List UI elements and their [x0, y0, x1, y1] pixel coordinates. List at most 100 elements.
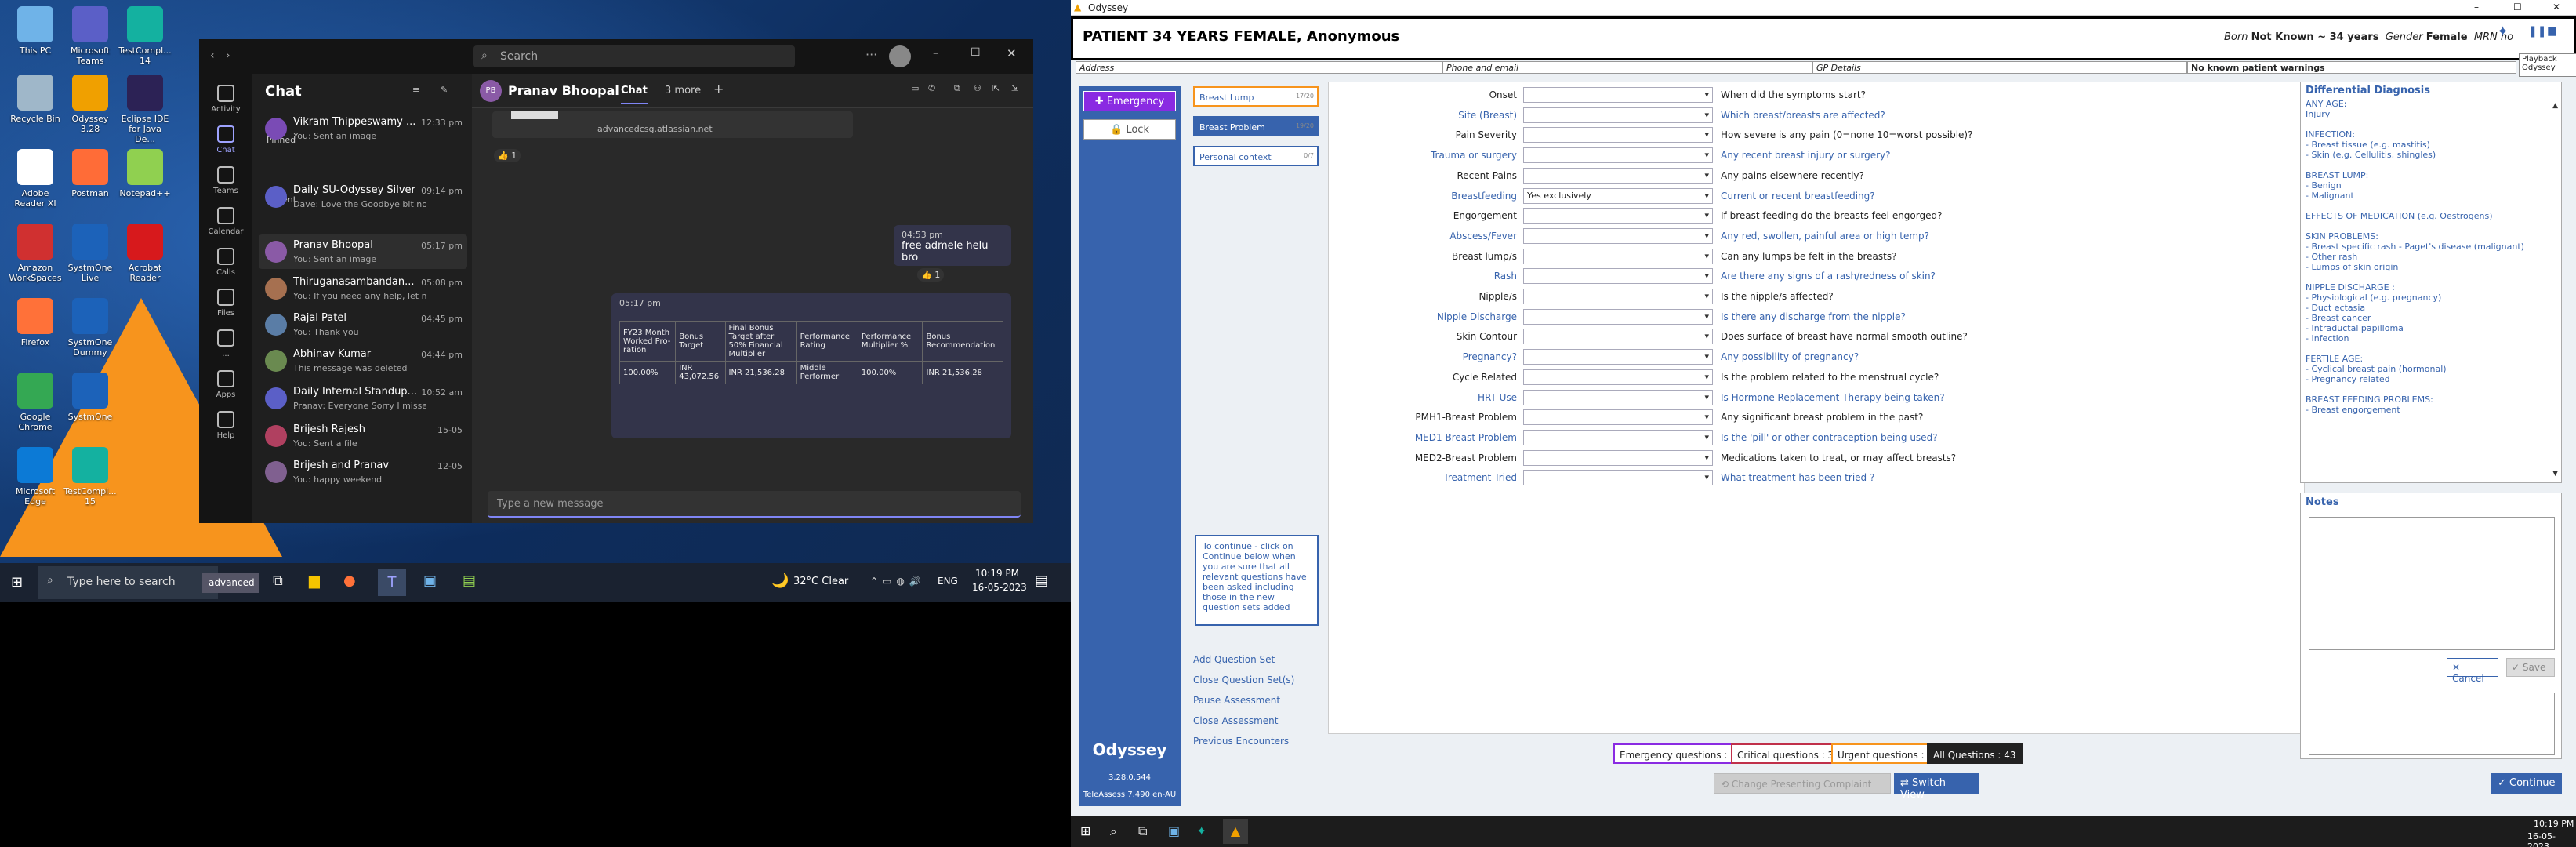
- clock-time[interactable]: 10:19 PM: [2534, 819, 2574, 829]
- differential-diagnosis-panel[interactable]: Differential Diagnosis ANY AGE: Injury INF…: [2300, 82, 2562, 483]
- address-field[interactable]: Address: [1076, 61, 1442, 74]
- clock-date[interactable]: 16-05-2023: [972, 582, 1027, 593]
- scroll-up-icon[interactable]: ▲: [2552, 101, 2558, 111]
- start-icon[interactable]: ⊞: [11, 574, 23, 591]
- desktop-icon[interactable]: Odyssey 3.28: [63, 75, 118, 134]
- notes-textarea[interactable]: [2309, 517, 2555, 650]
- tab-more[interactable]: 3 more: [665, 85, 701, 96]
- notification-icon[interactable]: ▤: [1035, 573, 1048, 589]
- switch-view-button[interactable]: ⇄ Switch View: [1894, 773, 1979, 801]
- firefox-icon[interactable]: ●: [343, 573, 356, 589]
- save-button[interactable]: ✓ Save: [2506, 658, 2555, 677]
- chat-list-item[interactable]: Daily SU-Odyssey Silver Dave: Love the Go…: [259, 180, 467, 214]
- weather-text[interactable]: 32°C Clear: [793, 576, 848, 587]
- pop-out-chat-icon[interactable]: ⇲: [1011, 83, 1018, 93]
- clock-time[interactable]: 10:19 PM: [975, 568, 1019, 579]
- desktop-icon[interactable]: Microsoft Teams: [63, 6, 118, 66]
- clock-date[interactable]: 16-05-2023: [2527, 831, 2576, 847]
- answer-dropdown[interactable]: [1523, 389, 1713, 405]
- chat-list-item[interactable]: Vikram Thippeswamy ... You: Sent an image…: [259, 111, 467, 146]
- question-set-breast-problem[interactable]: Breast Problem 19/20: [1193, 116, 1319, 136]
- advanced-badge[interactable]: advanced: [202, 573, 259, 593]
- pause-icon[interactable]: ❚❚: [2528, 25, 2546, 38]
- desktop-icon[interactable]: This PC: [8, 6, 63, 56]
- link-previous-encounters[interactable]: Previous Encounters: [1193, 736, 1289, 747]
- outgoing-message[interactable]: 04:53 pm free admele helu bro: [894, 225, 1011, 266]
- rail-item-[interactable]: ...: [199, 329, 252, 358]
- rail-item-activity[interactable]: Activity: [199, 85, 252, 114]
- answer-dropdown[interactable]: [1523, 87, 1713, 103]
- desktop-icon[interactable]: TestCompl... 15: [63, 447, 118, 507]
- desktop-icon[interactable]: SystmOne Live: [63, 224, 118, 283]
- reaction-badge[interactable]: 👍 1: [917, 268, 945, 282]
- rail-item-chat[interactable]: Chat: [199, 125, 252, 154]
- rail-item-calendar[interactable]: Calendar: [199, 207, 252, 236]
- people-icon[interactable]: ⚇: [974, 83, 981, 93]
- more-options-icon[interactable]: ···: [865, 47, 877, 62]
- rail-item-help[interactable]: Help: [199, 411, 252, 440]
- link-url[interactable]: advancedcsg.atlassian.net: [597, 124, 713, 134]
- desktop-icon[interactable]: SystmOne Dummy: [63, 298, 118, 358]
- scroll-down-icon[interactable]: ▼: [2552, 469, 2558, 479]
- task-view-icon[interactable]: ⧉: [273, 573, 283, 589]
- outgoing-table-message[interactable]: 05:17 pm FY23 Month Worked Pro-ration Bon…: [611, 293, 1011, 438]
- stop-icon[interactable]: ■: [2547, 25, 2557, 38]
- compose-input[interactable]: Type a new message: [488, 491, 1021, 518]
- chat-list-item[interactable]: Pranav Bhoopal You: Sent an image 05:17 pm: [259, 234, 467, 269]
- filter-icon[interactable]: ≡: [412, 85, 419, 95]
- answer-dropdown[interactable]: [1523, 127, 1713, 144]
- start-icon[interactable]: ⊞: [1080, 823, 1090, 838]
- chat-list-item[interactable]: Abhinav Kumar This message was deleted 04:…: [259, 344, 467, 378]
- new-chat-icon[interactable]: ✎: [441, 85, 448, 95]
- maximize-icon[interactable]: ☐: [2513, 2, 2522, 13]
- desktop-icon[interactable]: Amazon WorkSpaces: [8, 224, 63, 283]
- answer-dropdown[interactable]: [1523, 107, 1713, 123]
- emergency-button[interactable]: ✚ Emergency: [1083, 91, 1176, 111]
- task-view-icon[interactable]: ⧉: [1138, 823, 1147, 839]
- rail-item-calls[interactable]: Calls: [199, 248, 252, 277]
- chat-list-item[interactable]: Daily Internal Standup... Pranav: Everyon…: [259, 381, 467, 416]
- link-pause-assessment[interactable]: Pause Assessment: [1193, 695, 1280, 706]
- filter-urgent-questions[interactable]: Urgent questions : 6: [1831, 743, 1940, 764]
- change-presenting-complaint-button[interactable]: ⟲ Change Presenting Complaint: [1714, 773, 1891, 794]
- gp-field[interactable]: GP Details: [1812, 61, 2187, 74]
- link-preview[interactable]: advancedcsg.atlassian.net: [492, 111, 853, 138]
- answer-dropdown[interactable]: [1523, 349, 1713, 365]
- profile-avatar[interactable]: [889, 45, 911, 67]
- answer-dropdown[interactable]: [1523, 248, 1713, 264]
- app-icon[interactable]: ▣: [1168, 823, 1180, 838]
- close-icon[interactable]: ✕: [1007, 46, 1017, 60]
- desktop-icon[interactable]: Microsoft Edge: [8, 447, 63, 507]
- desktop-icon[interactable]: TestCompl... 14: [118, 6, 172, 66]
- filter-all-questions[interactable]: All Questions : 43: [1927, 743, 2023, 764]
- desktop-icon[interactable]: Recycle Bin: [8, 75, 63, 124]
- desktop-icon[interactable]: Google Chrome: [8, 373, 63, 432]
- link-close-assessment[interactable]: Close Assessment: [1193, 715, 1279, 726]
- secondary-notes[interactable]: [2309, 693, 2555, 755]
- rail-item-teams[interactable]: Teams: [199, 166, 252, 195]
- video-call-icon[interactable]: ▭: [911, 83, 919, 93]
- answer-dropdown[interactable]: [1523, 308, 1713, 325]
- desktop-icon[interactable]: Firefox: [8, 298, 63, 347]
- add-tab-icon[interactable]: +: [713, 82, 724, 96]
- testcomplete-icon[interactable]: ✦: [1196, 823, 1206, 838]
- desktop-icon[interactable]: Acrobat Reader: [118, 224, 172, 283]
- answer-dropdown[interactable]: [1523, 208, 1713, 224]
- cancel-button[interactable]: ✕ Cancel: [2447, 658, 2498, 684]
- file-explorer-icon[interactable]: ▆: [309, 573, 320, 589]
- answer-dropdown[interactable]: [1523, 429, 1713, 445]
- chat-list-item[interactable]: Thiruganasambandan... You: If you need an…: [259, 271, 467, 306]
- desktop-icon[interactable]: SystmOne: [63, 373, 118, 422]
- back-arrow-icon[interactable]: ‹: [210, 49, 215, 62]
- filter-critical-questions[interactable]: Critical questions : 3: [1731, 743, 1841, 764]
- tray-icons[interactable]: ⌃▭◍🔊: [870, 576, 926, 587]
- chat-list-item[interactable]: Brijesh and Pranav You: happy weekend 12-0…: [259, 455, 467, 489]
- desktop-icon[interactable]: Postman: [63, 149, 118, 198]
- answer-dropdown[interactable]: [1523, 289, 1713, 304]
- odyssey-taskbar-icon[interactable]: ▲: [1223, 819, 1248, 844]
- answer-dropdown[interactable]: [1523, 147, 1713, 164]
- language-indicator[interactable]: ENG: [938, 576, 958, 587]
- notepadpp-icon[interactable]: ▤: [463, 573, 476, 589]
- chat-list-item[interactable]: Brijesh Rajesh You: Sent a file 15-05: [259, 419, 467, 453]
- weather-icon[interactable]: 🌙: [771, 573, 789, 589]
